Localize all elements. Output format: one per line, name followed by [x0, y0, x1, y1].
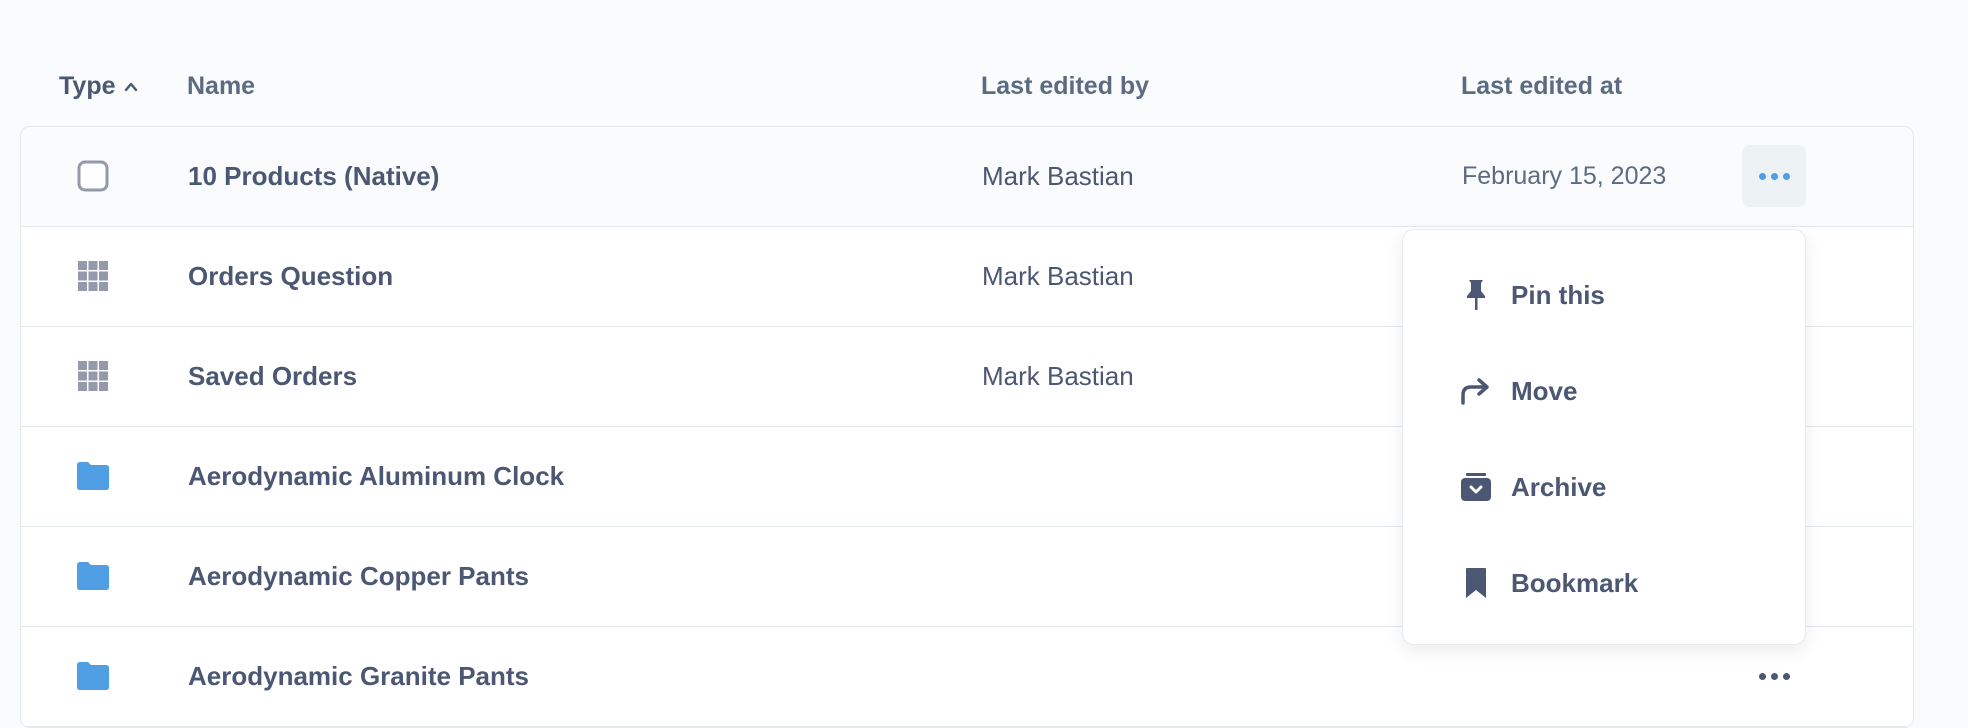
sort-by-type-header[interactable]: Type	[59, 72, 138, 101]
ellipsis-icon	[1758, 672, 1790, 680]
last-edited-at-header[interactable]: Last edited at	[1461, 72, 1622, 101]
menu-item-label: Move	[1511, 375, 1578, 406]
name-header[interactable]: Name	[187, 72, 255, 101]
menu-item-move[interactable]: Move	[1403, 351, 1805, 431]
menu-item-pin[interactable]: Pin this	[1403, 255, 1805, 335]
folder-icon	[76, 659, 110, 693]
bookmark-icon	[1459, 566, 1493, 600]
type-header-label: Type	[59, 72, 116, 100]
folder-icon	[76, 459, 110, 493]
menu-item-label: Archive	[1511, 471, 1607, 502]
item-name[interactable]: Aerodynamic Aluminum Clock	[188, 461, 564, 492]
ellipsis-icon	[1758, 172, 1790, 180]
row-actions-button[interactable]	[1742, 145, 1806, 207]
row-actions-menu: Pin this Move Archive Bookmark	[1402, 229, 1806, 645]
item-editor: Mark Bastian	[982, 361, 1134, 391]
row-actions-button[interactable]	[1742, 645, 1806, 707]
chevron-up-icon	[124, 82, 137, 91]
move-arrow-icon	[1459, 374, 1493, 408]
item-name[interactable]: Aerodynamic Granite Pants	[188, 661, 529, 692]
item-name[interactable]: Saved Orders	[188, 361, 357, 392]
table-grid-icon	[76, 259, 110, 293]
menu-item-bookmark[interactable]: Bookmark	[1403, 543, 1805, 623]
table-header: Type Name Last edited by Last edited at	[0, 0, 1968, 125]
table-row[interactable]: 10 Products (Native) Mark Bastian Februa…	[21, 127, 1913, 227]
pin-icon	[1459, 278, 1493, 312]
table-grid-icon	[76, 359, 110, 393]
menu-item-archive[interactable]: Archive	[1403, 447, 1805, 527]
item-name[interactable]: Aerodynamic Copper Pants	[188, 561, 529, 592]
folder-icon	[76, 559, 110, 593]
item-name[interactable]: Orders Question	[188, 261, 393, 292]
menu-item-label: Bookmark	[1511, 567, 1639, 598]
last-edited-by-header[interactable]: Last edited by	[981, 72, 1149, 101]
archive-icon	[1459, 470, 1493, 504]
item-editor: Mark Bastian	[982, 161, 1134, 191]
item-date: February 15, 2023	[1462, 162, 1667, 190]
checkbox-icon[interactable]	[76, 159, 110, 193]
item-name[interactable]: 10 Products (Native)	[188, 161, 439, 192]
menu-item-label: Pin this	[1511, 279, 1605, 310]
item-editor: Mark Bastian	[982, 261, 1134, 291]
